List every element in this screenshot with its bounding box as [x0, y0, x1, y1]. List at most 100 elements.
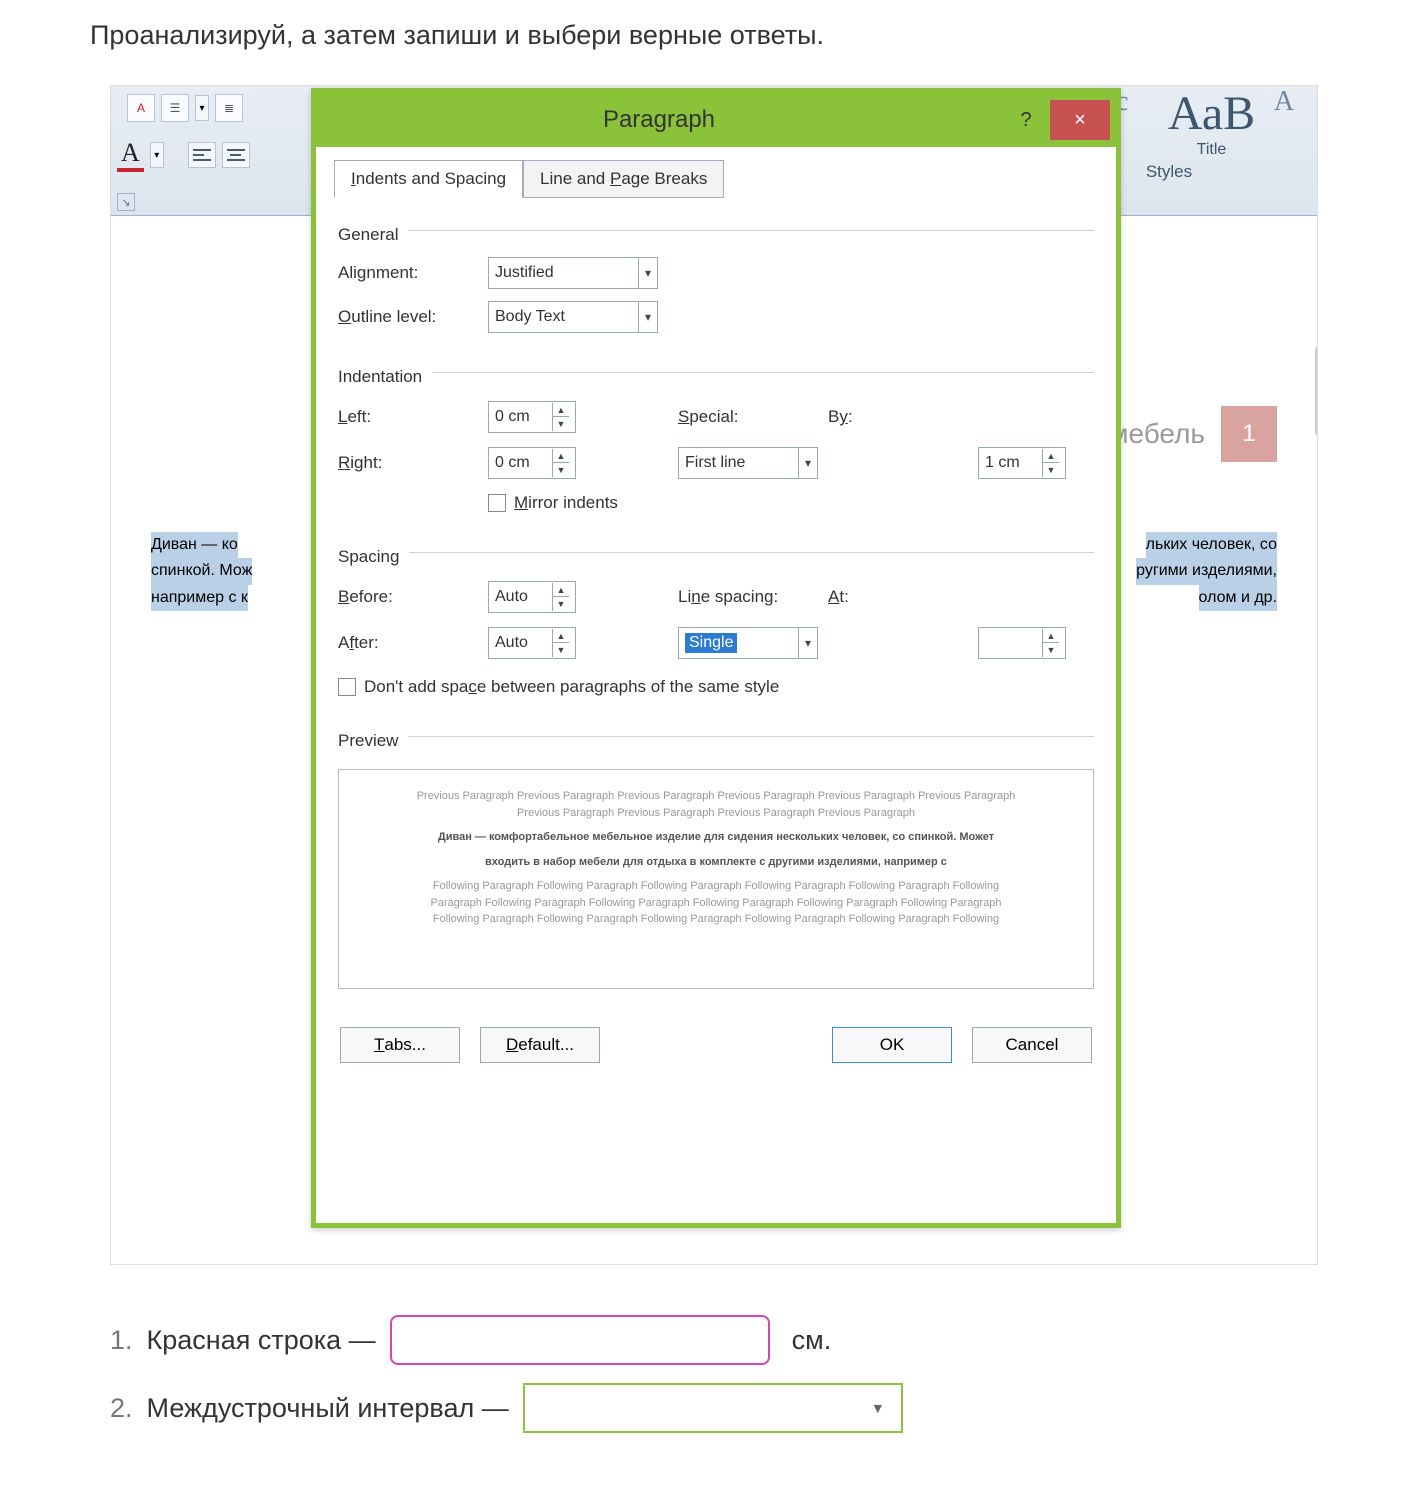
align-left-icon[interactable] — [188, 142, 216, 168]
font-color-large-icon[interactable]: A — [117, 138, 144, 172]
mirror-indents-checkbox[interactable] — [488, 494, 506, 512]
dialog-button-row: Tabs... Default... OK Cancel — [316, 1005, 1116, 1085]
question-2: 2. Междустрочный интервал — ▼ — [110, 1383, 1326, 1433]
alignment-combo[interactable]: Justified ▾ — [488, 257, 658, 289]
style-preview-glyph: A — [1269, 86, 1299, 118]
before-value: Auto — [495, 588, 528, 606]
dialog-body: Indents and Spacing Line and Page Breaks… — [316, 147, 1116, 1005]
question-text: Междустрочный интервал — — [147, 1393, 509, 1424]
paragraph-dialog-screenshot: A ☰ ▾ ≣ A ▾ ↘ BbCc d — [110, 85, 1318, 1265]
spinner-buttons[interactable]: ▲▼ — [552, 583, 569, 611]
bullets-icon[interactable]: ☰ — [161, 94, 189, 122]
question-1: 1. Красная строка — см. — [110, 1315, 1326, 1365]
after-label: After: — [338, 633, 488, 653]
indent-left-label: Left: — [338, 407, 488, 427]
line-spacing-combo[interactable]: Single ▾ — [678, 627, 818, 659]
answer-input-1[interactable] — [390, 1315, 770, 1365]
dont-add-space-checkbox[interactable] — [338, 678, 356, 696]
at-spin[interactable]: ▲▼ — [978, 627, 1066, 659]
dialog-tabs: Indents and Spacing Line and Page Breaks — [334, 159, 1098, 197]
paragraph-dialog-launcher-icon[interactable]: ↘ — [117, 193, 135, 211]
spinner-buttons[interactable]: ▲▼ — [552, 403, 569, 431]
special-combo[interactable]: First line ▾ — [678, 447, 818, 479]
alignment-label: Alignment: — [338, 263, 488, 283]
questions-block: 1. Красная строка — см. 2. Междустрочный… — [110, 1265, 1326, 1433]
spacing-group-label: Spacing — [338, 547, 399, 567]
default-button[interactable]: Default... — [480, 1027, 600, 1063]
chevron-down-icon: ▾ — [798, 628, 811, 658]
doc-text-fragment: спинкой. Мож — [151, 558, 252, 584]
style-title[interactable]: АаB Title — [1154, 86, 1269, 156]
help-button[interactable]: ? — [1002, 93, 1050, 147]
dialog-title: Paragraph — [316, 106, 1002, 134]
indentation-group-label: Indentation — [338, 367, 422, 387]
line-spacing-value: Single — [685, 633, 737, 653]
paragraph-dialog: Paragraph ? × Indents and Spacing Line a… — [311, 88, 1121, 1228]
scrollbar[interactable] — [1315, 346, 1318, 436]
chevron-down-icon: ▾ — [638, 258, 651, 288]
font-color-icon[interactable]: A — [127, 94, 155, 122]
outline-level-label: Outline level: — [338, 307, 488, 327]
indent-right-value: 0 cm — [495, 454, 530, 472]
spinner-buttons[interactable]: ▲▼ — [552, 449, 569, 477]
outline-level-value: Body Text — [495, 308, 565, 326]
spinner-buttons[interactable]: ▲▼ — [1042, 629, 1059, 657]
at-label: At: — [828, 587, 978, 607]
tab-line-page-breaks[interactable]: Line and Page Breaks — [523, 160, 724, 198]
indent-left-spin[interactable]: 0 cm ▲▼ — [488, 401, 576, 433]
dialog-titlebar[interactable]: Paragraph ? × — [316, 93, 1116, 147]
style-more[interactable]: A — [1269, 86, 1299, 156]
chevron-down-icon: ▾ — [798, 448, 811, 478]
tab-indents-spacing[interactable]: Indents and Spacing — [334, 160, 523, 198]
ribbon-font-group: A ☰ ▾ ≣ — [127, 94, 243, 122]
special-value: First line — [685, 454, 745, 472]
tabs-button[interactable]: Tabs... — [340, 1027, 460, 1063]
after-value: Auto — [495, 634, 528, 652]
doc-text-fragment: ругими изделиями, — [1136, 558, 1277, 584]
preview-line: Paragraph Following Paragraph Following … — [363, 895, 1069, 912]
indent-left-value: 0 cm — [495, 408, 530, 426]
cancel-button[interactable]: Cancel — [972, 1027, 1092, 1063]
preview-sample-line: входить в набор мебели для отдыха в комп… — [363, 854, 1069, 871]
special-label: Special: — [678, 407, 828, 427]
preview-line: Previous Paragraph Previous Paragraph Pr… — [363, 788, 1069, 805]
page-number-badge: 1 — [1221, 406, 1277, 462]
question-number: 2. — [110, 1393, 133, 1424]
doc-text-fragment: Диван — ко — [151, 532, 238, 558]
chevron-down-icon: ▼ — [871, 1400, 885, 1416]
by-value: 1 cm — [985, 454, 1020, 472]
preview-box: Previous Paragraph Previous Paragraph Pr… — [338, 769, 1094, 989]
preview-sample-line: Диван — комфортабельное мебельное издели… — [363, 829, 1069, 846]
general-group-label: General — [338, 225, 398, 245]
preview-line: Following Paragraph Following Paragraph … — [363, 911, 1069, 928]
numbering-icon[interactable]: ≣ — [215, 94, 243, 122]
font-color-dropdown-icon[interactable]: ▾ — [150, 142, 164, 168]
before-spin[interactable]: Auto ▲▼ — [488, 581, 576, 613]
answer-suffix: см. — [792, 1325, 832, 1356]
question-number: 1. — [110, 1325, 133, 1356]
doc-text-fragment: например с к — [151, 585, 248, 611]
alignment-value: Justified — [495, 264, 554, 282]
by-label: By: — [828, 407, 978, 427]
align-center-icon[interactable] — [222, 142, 250, 168]
ok-button[interactable]: OK — [832, 1027, 952, 1063]
bullets-dropdown-icon[interactable]: ▾ — [195, 95, 209, 121]
spinner-buttons[interactable]: ▲▼ — [552, 629, 569, 657]
after-spin[interactable]: Auto ▲▼ — [488, 627, 576, 659]
mirror-indents-label: Mirror indents — [514, 493, 618, 513]
indent-right-label: Right: — [338, 453, 488, 473]
answer-select-2[interactable]: ▼ — [523, 1383, 903, 1433]
task-prompt: Проанализируй, а затем запиши и выбери в… — [90, 0, 1326, 85]
by-spin[interactable]: 1 cm ▲▼ — [978, 447, 1066, 479]
preview-group-label: Preview — [338, 731, 398, 751]
tab-content: General Alignment: Justified ▾ Outline l… — [334, 197, 1098, 989]
dont-add-space-label: Don't add space between paragraphs of th… — [364, 677, 779, 697]
chevron-down-icon: ▾ — [638, 302, 651, 332]
ribbon-paragraph-group: A ▾ — [117, 138, 250, 172]
close-button[interactable]: × — [1050, 100, 1110, 140]
indent-right-spin[interactable]: 0 cm ▲▼ — [488, 447, 576, 479]
before-label: Before: — [338, 587, 488, 607]
spinner-buttons[interactable]: ▲▼ — [1042, 449, 1059, 477]
outline-level-combo[interactable]: Body Text ▾ — [488, 301, 658, 333]
word-document-background: A ☰ ▾ ≣ A ▾ ↘ BbCc d — [111, 86, 1317, 1264]
